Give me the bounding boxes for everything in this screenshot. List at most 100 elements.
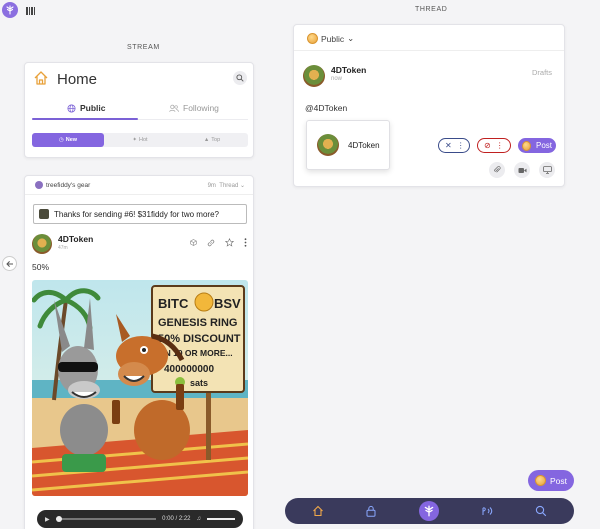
avatar[interactable] bbox=[303, 65, 325, 87]
context-label: treefiddy's gear bbox=[46, 181, 91, 189]
globe-icon bbox=[67, 103, 76, 113]
tab-following-label: Following bbox=[183, 103, 219, 113]
sign-text-bitc: BITC bbox=[158, 296, 189, 311]
screen-button[interactable] bbox=[539, 162, 555, 178]
visibility-label: Public bbox=[321, 33, 345, 44]
reply-text: Thanks for sending #6! $31fiddy for two … bbox=[54, 209, 219, 219]
floating-post-button[interactable]: Post bbox=[528, 470, 574, 491]
more-vertical-icon[interactable]: ⋮ bbox=[457, 141, 465, 150]
sort-hot-button[interactable]: ✦ Hot bbox=[104, 133, 176, 147]
chevron-down-icon: ⌄ bbox=[239, 183, 245, 189]
clock-icon: ◷ bbox=[58, 137, 64, 143]
tab-following[interactable]: Following bbox=[169, 103, 219, 113]
star-icon[interactable] bbox=[225, 238, 234, 247]
tab-public[interactable]: Public bbox=[67, 103, 106, 113]
home-card: Home Public Following ◷ New ✦ Hot ▲ Top bbox=[24, 62, 254, 158]
video-button[interactable] bbox=[514, 162, 530, 178]
author-name: 4DToken bbox=[58, 234, 94, 244]
app-logo[interactable] bbox=[2, 2, 18, 18]
volume-icon[interactable]: ♫ bbox=[197, 516, 202, 522]
post-body: 50% bbox=[32, 262, 50, 272]
audio-total-time: 2:22 bbox=[178, 516, 191, 522]
post-button-label: Post bbox=[535, 141, 552, 150]
author-time: 47m bbox=[58, 245, 68, 251]
search-icon bbox=[236, 74, 244, 82]
thread-composer: Public ⌄ 4DToken now Drafts @4DToken 4DT… bbox=[293, 24, 565, 187]
post-context[interactable]: treefiddy's gear bbox=[35, 181, 90, 189]
fire-icon: ✦ bbox=[132, 137, 138, 143]
restriction-toggle-button[interactable]: ⊘ ⋮ bbox=[477, 138, 511, 153]
active-tab-indicator bbox=[32, 118, 138, 120]
post-button[interactable]: Post bbox=[518, 138, 556, 153]
play-icon[interactable]: ▶ bbox=[45, 516, 50, 523]
audio-current-time: 0:00 bbox=[162, 516, 174, 522]
drafts-link[interactable]: Drafts bbox=[532, 68, 552, 77]
more-vertical-icon[interactable]: ⋮ bbox=[496, 141, 504, 150]
suggestion-avatar bbox=[317, 134, 339, 156]
tab-public-label: Public bbox=[80, 103, 106, 113]
audio-player: ▶ 0:00 / 2:22 ♫ bbox=[37, 510, 243, 528]
context-avatar bbox=[35, 181, 43, 189]
sign-text-sats: sats bbox=[190, 378, 208, 388]
nav-home-logo-button[interactable] bbox=[418, 501, 439, 521]
coin-icon bbox=[534, 475, 546, 486]
visibility-select[interactable]: Public ⌄ bbox=[307, 33, 354, 44]
chevron-down-icon: ⌄ bbox=[347, 33, 355, 43]
columns-icon[interactable] bbox=[26, 7, 35, 15]
tools-toggle-button[interactable]: ✕ ⋮ bbox=[438, 138, 470, 153]
suggestion-name: 4DToken bbox=[348, 140, 380, 150]
divider bbox=[294, 50, 564, 51]
search-button[interactable] bbox=[233, 71, 247, 85]
coin-icon bbox=[522, 140, 531, 151]
stream-header: STREAM bbox=[127, 44, 160, 51]
search-icon[interactable] bbox=[535, 505, 547, 517]
audio-progress[interactable] bbox=[55, 516, 157, 522]
bottom-nav bbox=[285, 498, 574, 524]
tree-logo-icon bbox=[6, 5, 14, 15]
video-camera-icon bbox=[518, 167, 526, 173]
back-button[interactable] bbox=[2, 256, 17, 271]
sort-top-label: Top bbox=[211, 137, 221, 143]
cube-icon[interactable] bbox=[190, 239, 197, 246]
post-image[interactable]: BITC BSV GENESIS RING 50% DISCOUNT ON 10… bbox=[32, 280, 248, 496]
trophy-icon: ▲ bbox=[203, 137, 210, 143]
sign-text-amount: 400000000 bbox=[164, 364, 214, 375]
page-title: Home bbox=[57, 71, 98, 88]
mention-suggestion[interactable]: 4DToken bbox=[306, 120, 390, 170]
no-tools-icon: ✕ bbox=[445, 141, 452, 150]
attach-button[interactable] bbox=[489, 162, 505, 178]
paperclip-icon bbox=[494, 166, 501, 173]
sign-text-on10: ON 10 OR MORE... bbox=[158, 348, 233, 358]
home-icon[interactable] bbox=[312, 505, 324, 517]
users-icon bbox=[169, 104, 179, 112]
author-time: now bbox=[331, 76, 343, 82]
monitor-icon bbox=[542, 166, 552, 174]
quoted-reply[interactable]: Thanks for sending #6! $31fiddy for two … bbox=[33, 204, 247, 224]
thread-header: THREAD bbox=[415, 6, 448, 13]
post-meta[interactable]: 9m Thread ⌄ bbox=[208, 182, 245, 189]
more-vertical-icon[interactable] bbox=[244, 238, 247, 247]
post-author[interactable]: 4DToken 47m bbox=[32, 234, 93, 254]
thread-link: Thread bbox=[219, 183, 239, 189]
post-age: 9m bbox=[207, 183, 216, 189]
author-name: 4DToken bbox=[331, 65, 367, 75]
avatar[interactable] bbox=[32, 234, 52, 254]
home-icon bbox=[34, 71, 48, 85]
composer-author: 4DToken now bbox=[303, 65, 366, 87]
lock-icon[interactable] bbox=[365, 505, 377, 517]
sign-text-genesis: GENESIS RING bbox=[158, 317, 237, 329]
floating-post-label: Post bbox=[549, 475, 567, 486]
arrow-left-icon bbox=[5, 260, 13, 267]
coin-icon bbox=[307, 33, 318, 44]
post-toolbar bbox=[190, 238, 247, 247]
link-icon[interactable] bbox=[207, 239, 215, 247]
sort-top-button[interactable]: ▲ Top bbox=[176, 133, 248, 147]
tree-logo-icon bbox=[424, 505, 434, 517]
sort-hot-label: Hot bbox=[139, 137, 148, 143]
sign-text-bsv: BSV bbox=[214, 296, 241, 311]
compose-textarea[interactable]: @4DToken bbox=[305, 103, 347, 113]
sort-new-button[interactable]: ◷ New bbox=[32, 133, 104, 147]
volume-slider[interactable] bbox=[207, 518, 235, 520]
reply-avatar bbox=[39, 209, 49, 219]
broadcast-icon[interactable] bbox=[481, 505, 494, 517]
